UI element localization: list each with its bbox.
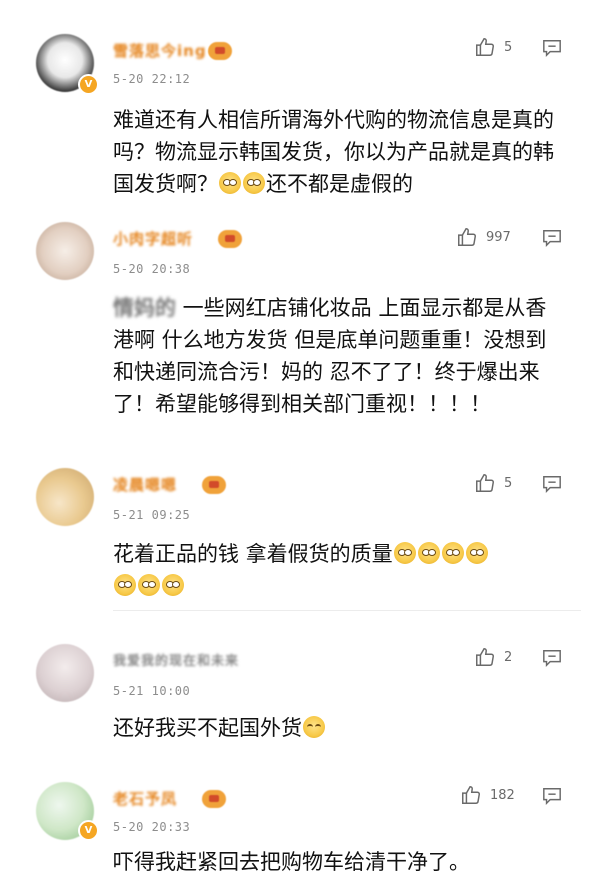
like-button[interactable]: 182 <box>460 784 515 806</box>
comment-icon[interactable] <box>541 648 563 668</box>
username[interactable]: 凌晨嗯嗯 <box>113 474 177 495</box>
comment-icon[interactable] <box>541 474 563 494</box>
avatar[interactable] <box>36 468 94 526</box>
like-button[interactable]: 5 <box>474 36 512 58</box>
like-button[interactable]: 2 <box>474 646 512 668</box>
eye-roll-emoji <box>417 542 440 564</box>
crown-badge-icon <box>218 230 242 248</box>
like-count: 5 <box>504 475 513 491</box>
thumbs-up-icon <box>476 648 494 666</box>
eye-roll-emoji <box>219 172 241 194</box>
eye-roll-emoji <box>138 574 160 596</box>
eye-roll-emoji <box>465 542 488 564</box>
comment-text: 花着正品的钱 拿着假货的质量 <box>113 538 563 602</box>
thumbs-up-icon <box>462 786 480 804</box>
username[interactable]: 老石予凤 <box>113 788 177 809</box>
comment-divider <box>113 610 581 611</box>
comment-icon[interactable] <box>541 228 563 248</box>
crown-badge-icon <box>208 42 232 60</box>
comment-time: 5-20 22:12 <box>113 72 191 86</box>
like-count: 5 <box>504 39 513 55</box>
thumbs-up-icon <box>476 38 494 56</box>
comment-time: 5-21 09:25 <box>113 508 191 522</box>
like-button[interactable]: 997 <box>456 226 511 248</box>
eye-roll-emoji <box>114 574 136 596</box>
like-count: 2 <box>504 649 513 665</box>
verified-badge-icon: V <box>78 74 99 95</box>
comment-text: 还好我买不起国外货 <box>113 712 563 744</box>
avatar[interactable] <box>36 644 94 702</box>
username[interactable]: 我爱我的现在和未来 <box>113 650 239 669</box>
crown-badge-icon <box>202 790 226 808</box>
eye-roll-emoji <box>441 542 464 564</box>
eye-roll-emoji <box>162 574 184 596</box>
thumbs-up-icon <box>476 474 494 492</box>
comment-time: 5-20 20:38 <box>113 262 191 276</box>
comment-icon[interactable] <box>541 786 563 806</box>
like-button[interactable]: 5 <box>474 472 512 494</box>
thumbs-up-icon <box>458 228 476 246</box>
comment-text: 难道还有人相信所谓海外代购的物流信息是真的吗？物流显示韩国发货，你以为产品就是真… <box>113 108 554 196</box>
smile-emoji <box>303 716 325 738</box>
comment-time: 5-21 10:00 <box>113 684 191 698</box>
comment-time: 5-20 20:33 <box>113 820 191 834</box>
verified-badge-icon: V <box>78 820 99 841</box>
username[interactable]: 小肉字超听 <box>113 228 193 249</box>
comment-text: 情妈的 一些网红店铺化妆品 上面显示都是从香港啊 什么地方发货 但是底单问题重重… <box>113 292 565 420</box>
avatar[interactable] <box>36 222 94 280</box>
like-count: 997 <box>486 229 511 245</box>
like-count: 182 <box>490 787 515 803</box>
eye-roll-emoji <box>393 542 416 564</box>
comment-icon[interactable] <box>541 38 563 58</box>
eye-roll-emoji <box>243 172 265 194</box>
username[interactable]: 雪落思今ing <box>113 40 207 61</box>
crown-badge-icon <box>202 476 226 494</box>
comment-text: 吓得我赶紧回去把购物车给清干净了。 <box>113 850 470 874</box>
mention[interactable]: 情妈的 <box>113 292 176 324</box>
